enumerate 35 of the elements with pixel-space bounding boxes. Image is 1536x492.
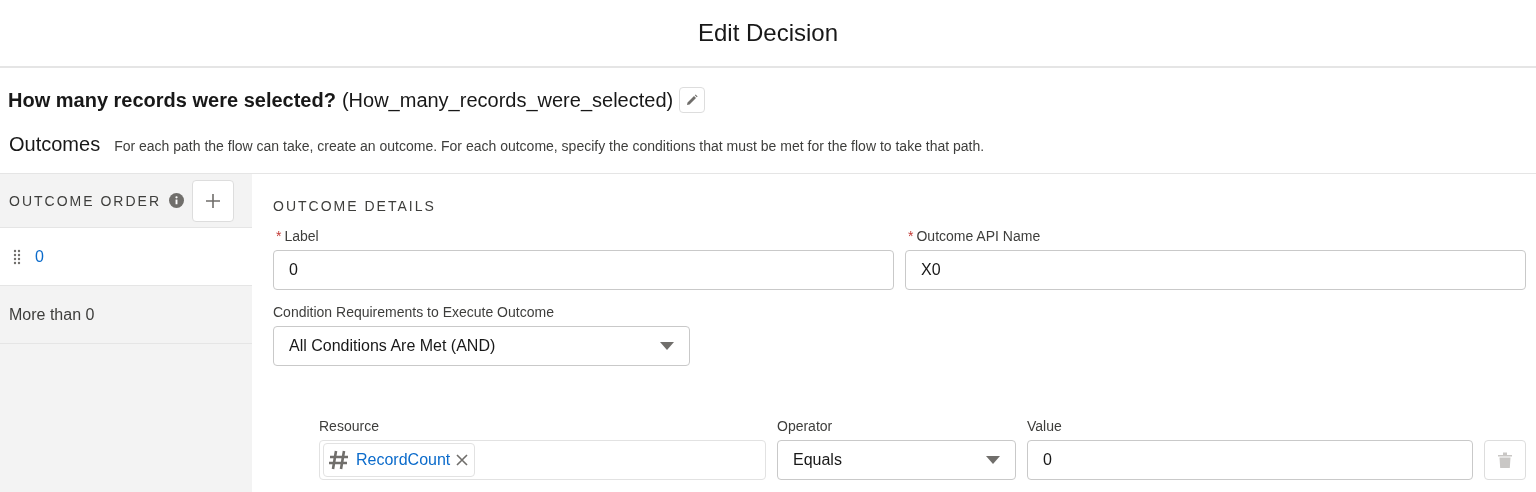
input-field[interactable]: 0 xyxy=(273,250,894,290)
operator-select[interactable]: Equals xyxy=(777,440,1016,480)
field-label: Outcome API Name xyxy=(916,228,1041,244)
resource-pill[interactable]: RecordCount xyxy=(323,443,476,477)
add-outcome-button[interactable] xyxy=(192,179,234,222)
condition-select[interactable]: All Conditions Are Met (AND) xyxy=(273,326,690,366)
drag-handle-icon xyxy=(13,248,21,265)
caret-icon xyxy=(986,456,1000,464)
outcome-item[interactable]: 0 xyxy=(0,228,252,286)
outcome-details-heading: OUTCOME DETAILS xyxy=(273,198,437,214)
field-label: Value xyxy=(1027,418,1063,434)
field-label: Operator xyxy=(777,418,834,434)
field-label: Resource xyxy=(319,418,380,434)
pencil-icon xyxy=(686,94,699,106)
field-label: Label xyxy=(284,228,319,244)
info-icon xyxy=(169,193,184,208)
plus-icon xyxy=(205,192,221,209)
remove-icon[interactable] xyxy=(456,454,469,466)
trash-icon xyxy=(1498,452,1512,468)
number-icon xyxy=(328,449,350,471)
outcome-item[interactable]: More than 0 xyxy=(0,286,252,344)
input-field[interactable]: 0 xyxy=(1027,440,1473,480)
section-title: Outcomes xyxy=(9,133,101,156)
window-title: Edit Decision xyxy=(697,19,839,47)
required-mark: * xyxy=(276,228,282,244)
caret-icon xyxy=(660,342,674,350)
input-field[interactable]: X0 xyxy=(905,250,1526,290)
required-mark: * xyxy=(908,228,914,244)
field-label: Condition Requirements to Execute Outcome xyxy=(273,304,555,320)
outcome-order-heading: OUTCOME ORDER xyxy=(9,192,161,209)
resource-field[interactable]: RecordCount xyxy=(319,440,766,480)
edit-button[interactable] xyxy=(679,87,706,113)
section-description: For each path the flow can take, create an outcome. For each outcome, specify the conditions that must be met for the flow to take that path. xyxy=(114,138,985,154)
element-name: How many records were selected? xyxy=(8,88,336,112)
element-api-name: (How_many_records_were_selected) xyxy=(341,88,674,112)
